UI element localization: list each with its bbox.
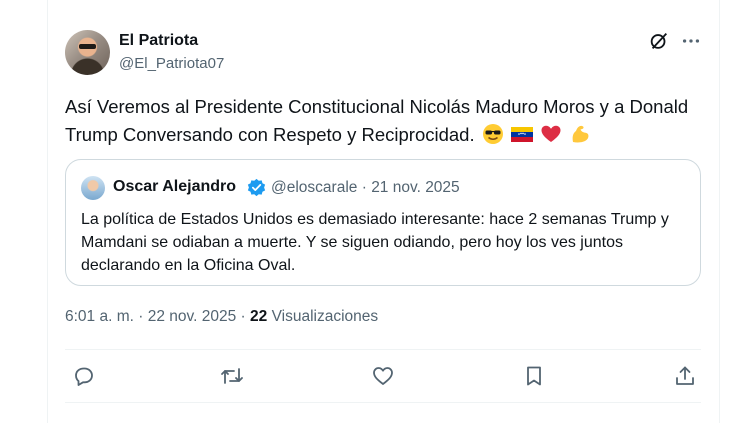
quoted-date[interactable]: 21 nov. 2025 <box>371 179 459 196</box>
quoted-author-avatar[interactable] <box>81 176 105 200</box>
post: El Patriota @El_Patriota07 Así Veremos a… <box>48 0 719 423</box>
more-options-icon[interactable] <box>680 30 702 52</box>
views-label[interactable]: Visualizaciones <box>272 308 379 325</box>
post-meta: 6:01 a. m. · 22 nov. 2025 · 22 Visualiza… <box>65 308 378 326</box>
share-icon[interactable] <box>673 364 697 388</box>
post-text-body: Así Veremos al Presidente Constitucional… <box>65 96 689 145</box>
bookmark-icon[interactable] <box>522 364 546 388</box>
grok-icon[interactable] <box>648 30 670 52</box>
views-count[interactable]: 22 <box>250 308 267 325</box>
venezuela-flag-icon <box>510 123 533 145</box>
author-avatar[interactable] <box>65 30 110 75</box>
post-time[interactable]: 6:01 a. m. <box>65 308 134 325</box>
quoted-author-handle[interactable]: @eloscarale <box>271 179 357 196</box>
post-date[interactable]: 22 nov. 2025 <box>148 308 236 325</box>
reply-icon[interactable] <box>72 364 96 388</box>
quoted-meta: @eloscarale · 21 nov. 2025 <box>271 179 460 197</box>
quoted-text: La política de Estados Unidos es demasia… <box>81 211 669 274</box>
post-meta-separator: · <box>138 308 144 325</box>
post-text: Así Veremos al Presidente Constitucional… <box>65 93 705 149</box>
quoted-separator: · <box>361 179 367 196</box>
like-icon[interactable] <box>371 364 395 388</box>
divider <box>65 349 701 350</box>
flexed-biceps-icon <box>569 123 591 145</box>
author-handle[interactable]: @El_Patriota07 <box>119 55 224 72</box>
post-meta-separator-2: · <box>240 308 246 325</box>
verified-badge-icon <box>247 178 266 197</box>
smiling-face-with-sunglasses-icon <box>482 123 504 145</box>
author-name[interactable]: El Patriota <box>119 32 198 50</box>
quoted-post[interactable]: Oscar Alejandro @eloscarale · 21 nov. 20… <box>65 159 701 286</box>
red-heart-icon <box>540 123 562 145</box>
repost-icon[interactable] <box>220 364 244 388</box>
avatar-sunglasses <box>79 44 96 49</box>
quoted-author-name[interactable]: Oscar Alejandro <box>113 178 236 196</box>
divider-bottom <box>65 402 701 403</box>
timeline-border-right <box>719 0 720 423</box>
